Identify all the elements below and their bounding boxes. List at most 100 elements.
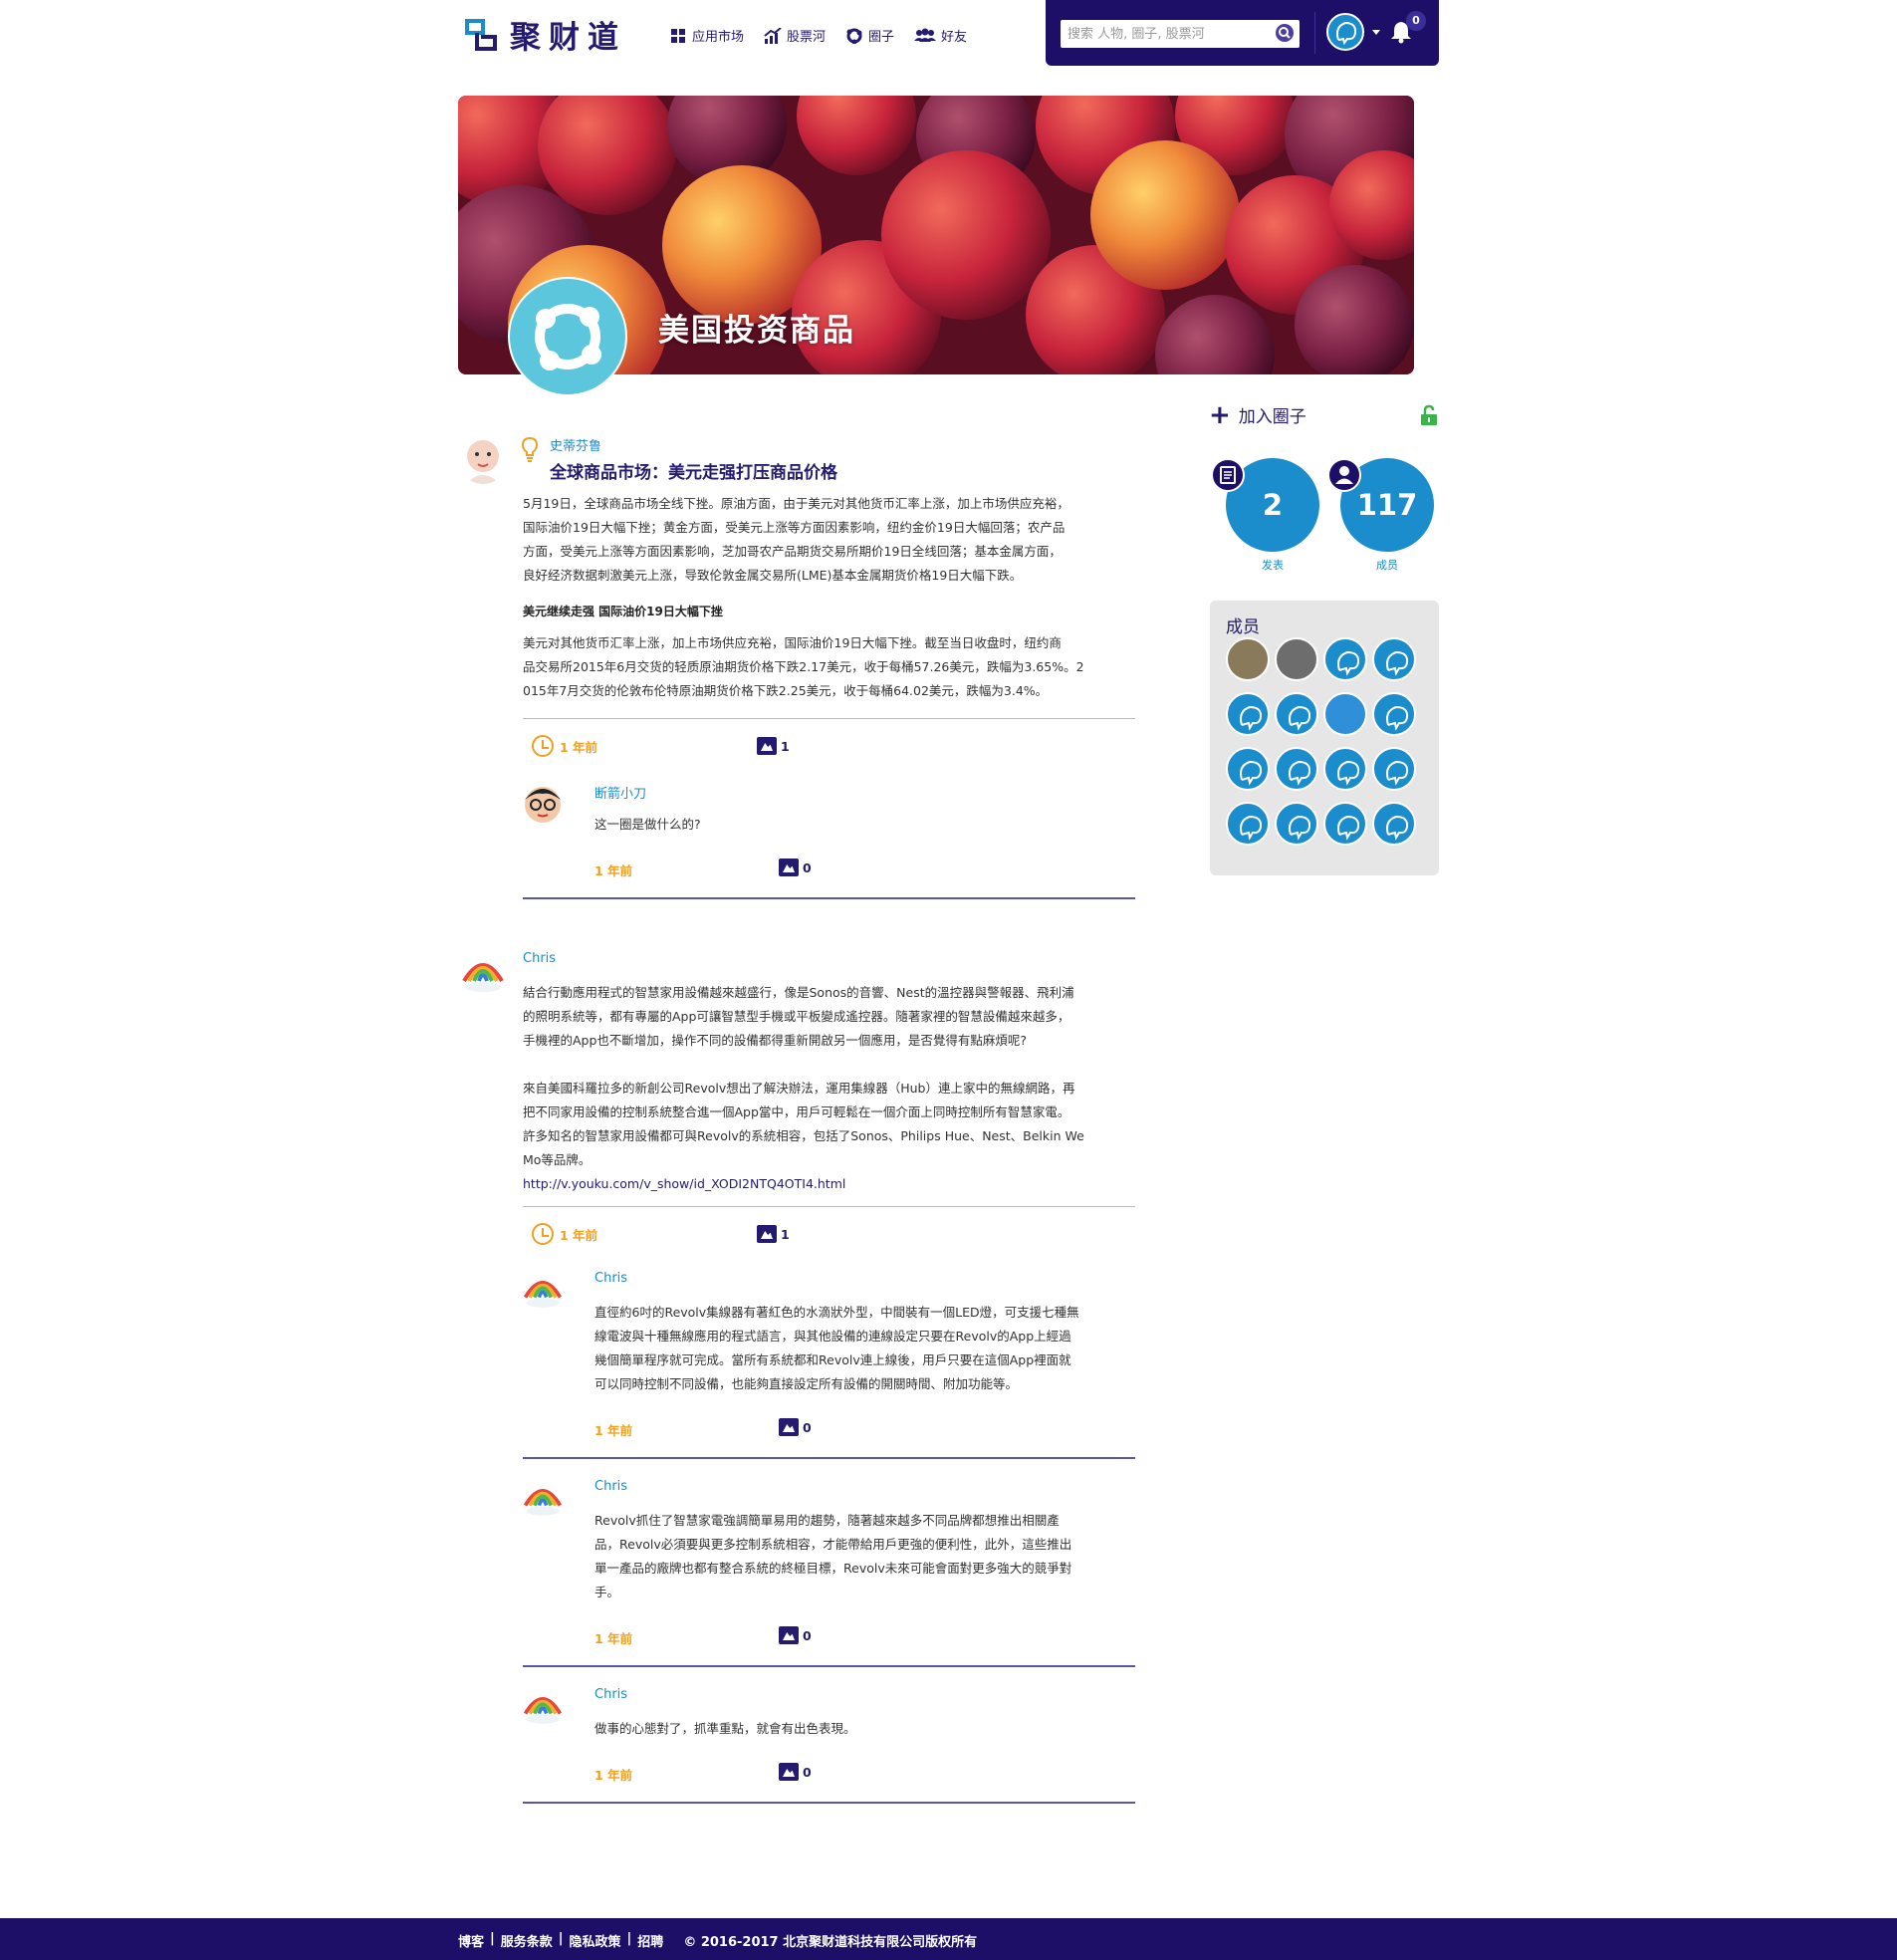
member-avatar[interactable]: [1372, 637, 1416, 681]
logo-mark-icon: [465, 18, 497, 51]
member-avatar[interactable]: [1226, 802, 1270, 846]
member-avatar[interactable]: [1323, 637, 1367, 681]
comment-count[interactable]: 0: [779, 858, 812, 876]
nav-stock-river[interactable]: 股票河: [764, 26, 826, 45]
member-avatar[interactable]: [1372, 747, 1416, 791]
post-title[interactable]: 全球商品市场：美元走强打压商品价格: [550, 458, 837, 483]
main-nav: 应用市场 股票河 圈子 好友: [669, 26, 967, 45]
separator: |: [490, 1931, 495, 1946]
comment-count[interactable]: 0: [779, 1763, 812, 1781]
member-avatar[interactable]: [1372, 692, 1416, 736]
footer-links: 博客 | 服务条款 | 隐私政策 | 招聘 © 2016-2017 北京聚财道科…: [458, 1931, 977, 1950]
text-line: 單一產品的廠牌也都有整合系統的終極目標，Revolv未來可能會面對更多強大的競爭…: [594, 1561, 1072, 1576]
footer-link-blog[interactable]: 博客: [458, 1931, 484, 1950]
text-line: 5月19日，全球商品市场全线下挫。原油方面，由于美元对其他货币汇率上涨，加上市场…: [523, 496, 1069, 511]
comment-count[interactable]: 1: [757, 737, 790, 755]
members-label: 成员: [1376, 559, 1398, 572]
post-body: 美元对其他货币汇率上涨，加上市场供应充裕，国际油价19日大幅下挫。截至当日收盘时…: [523, 631, 1084, 703]
divider: [523, 897, 1135, 899]
post-body: 來自美國科羅拉多的新創公司Revolv想出了解決辦法，運用集線器（Hub）連上家…: [523, 1077, 1084, 1172]
member-avatar[interactable]: [1226, 747, 1270, 791]
search-input[interactable]: [1061, 20, 1300, 48]
comment-count[interactable]: 1: [757, 1225, 790, 1243]
member-avatar[interactable]: [1275, 747, 1318, 791]
text-line: 国际油价19日大幅下挫；黄金方面，受美元上涨等方面因素影响，纽约金价19日大幅回…: [523, 520, 1066, 535]
site-logo[interactable]: 聚财道: [464, 12, 626, 57]
text-line: Revolv抓住了智慧家電強調簡單易用的趨勢，隨著越來越多不同品牌都想推出相關產: [594, 1513, 1060, 1528]
member-avatar[interactable]: [1275, 802, 1318, 846]
count-label: 0: [803, 1627, 812, 1643]
join-label: 加入圈子: [1238, 407, 1306, 427]
text-line: 手。: [594, 1585, 620, 1599]
member-avatar[interactable]: [1372, 802, 1416, 846]
user-avatar[interactable]: [1326, 13, 1364, 51]
comment-icon: [779, 1763, 799, 1781]
page-footer: 博客 | 服务条款 | 隐私政策 | 招聘 © 2016-2017 北京聚财道科…: [0, 1918, 1897, 1960]
text-line: 美元对其他货币汇率上涨，加上市场供应充裕，国际油价19日大幅下挫。截至当日收盘时…: [523, 635, 1062, 650]
member-avatar[interactable]: [1226, 637, 1270, 681]
join-circle-button[interactable]: + 加入圈子: [1209, 399, 1306, 430]
separator: |: [626, 1931, 632, 1946]
copyright: © 2016-2017 北京聚财道科技有限公司版权所有: [683, 1935, 978, 1950]
member-avatar[interactable]: [1323, 802, 1367, 846]
comment-time: 1 年前: [594, 863, 633, 878]
author-avatar[interactable]: [458, 434, 508, 484]
comment-author[interactable]: Chris: [594, 1687, 627, 1702]
footer-link-privacy[interactable]: 隐私政策: [570, 1931, 621, 1950]
post-author[interactable]: 史蒂芬鲁: [550, 435, 601, 454]
time-label: 1 年前: [560, 739, 598, 755]
comment-author[interactable]: 断箭小刀: [594, 783, 646, 802]
comment-count[interactable]: 0: [779, 1626, 812, 1644]
posts-icon: [1211, 458, 1245, 492]
time-label: 1 年前: [560, 1227, 598, 1243]
text-line: 結合行動應用程式的智慧家用設備越來越盛行，像是Sonos的音響、Nest的溫控器…: [523, 985, 1074, 1000]
chevron-down-icon[interactable]: [1372, 30, 1380, 35]
member-avatar[interactable]: [1275, 692, 1318, 736]
member-avatar[interactable]: [1323, 747, 1367, 791]
search-icon[interactable]: [1276, 24, 1294, 42]
footer-link-jobs[interactable]: 招聘: [637, 1931, 663, 1950]
plus-icon: +: [1209, 399, 1231, 430]
divider: [523, 1206, 1135, 1207]
commenter-avatar[interactable]: [520, 1478, 566, 1524]
text-line: 方面，受美元上涨等方面因素影响，芝加哥农产品期货交易所期价19日全线回落；基本金…: [523, 544, 1062, 559]
comment-body: 做事的心態對了，抓準重點，就會有出色表現。: [594, 1717, 856, 1741]
member-avatar[interactable]: [1275, 637, 1318, 681]
comment-body: Revolv抓住了智慧家電強調簡單易用的趨勢，隨著越來越多不同品牌都想推出相關產…: [594, 1509, 1071, 1604]
comment-author[interactable]: Chris: [594, 1271, 627, 1286]
member-avatar[interactable]: [1226, 692, 1270, 736]
commenter-avatar[interactable]: [520, 1270, 566, 1316]
user-toolbar: 0: [1046, 0, 1439, 66]
post-time: 1 年前: [532, 1223, 597, 1245]
grid-icon: [671, 28, 685, 43]
post-author[interactable]: Chris: [523, 951, 556, 966]
post-body: 結合行動應用程式的智慧家用設備越來越盛行，像是Sonos的音響、Nest的溫控器…: [523, 981, 1074, 1053]
chart-icon: [764, 27, 782, 44]
nav-circles[interactable]: 圈子: [845, 26, 894, 45]
posts-label: 发表: [1262, 559, 1284, 572]
member-avatar[interactable]: [1323, 692, 1367, 736]
text-line: 許多知名的智慧家用設備都可與Revolv的系統相容，包括了Sonos、Phili…: [523, 1128, 1084, 1143]
commenter-avatar[interactable]: [520, 782, 566, 828]
comment-count[interactable]: 0: [779, 1418, 812, 1436]
comment-icon: [779, 858, 799, 876]
footer-link-terms[interactable]: 服务条款: [501, 1931, 553, 1950]
count-label: 0: [803, 1764, 812, 1780]
video-link[interactable]: http://v.youku.com/v_show/id_XODI2NTQ4OT…: [523, 1176, 845, 1191]
members-panel: 成员: [1210, 601, 1439, 875]
top-header: 聚财道 应用市场 股票河 圈子 好友 0: [0, 0, 1897, 70]
nav-label: 应用市场: [692, 30, 745, 45]
text-line: 手機裡的App也不斷增加，操作不同的設備都得重新開啟另一個應用，是否覺得有點麻煩…: [523, 1033, 1028, 1048]
group-avatar: [508, 277, 627, 396]
nav-label: 好友: [941, 30, 968, 45]
circle-icon: [846, 28, 862, 44]
commenter-avatar[interactable]: [520, 1686, 566, 1732]
nav-app-market[interactable]: 应用市场: [669, 26, 744, 45]
author-avatar[interactable]: [458, 951, 508, 1001]
nav-friends[interactable]: 好友: [914, 26, 967, 45]
comment-author[interactable]: Chris: [594, 1479, 627, 1494]
comment-body: 直徑約6吋的Revolv集線器有著紅色的水滴狀外型，中間裝有一個LED燈，可支援…: [594, 1301, 1079, 1396]
text-line: 015年7月交货的伦敦布伦特原油期货价格下跌2.25美元，收于每桶64.02美元…: [523, 683, 1049, 698]
post-time: 1 年前: [532, 735, 597, 757]
comment-time: 1 年前: [594, 1631, 633, 1646]
